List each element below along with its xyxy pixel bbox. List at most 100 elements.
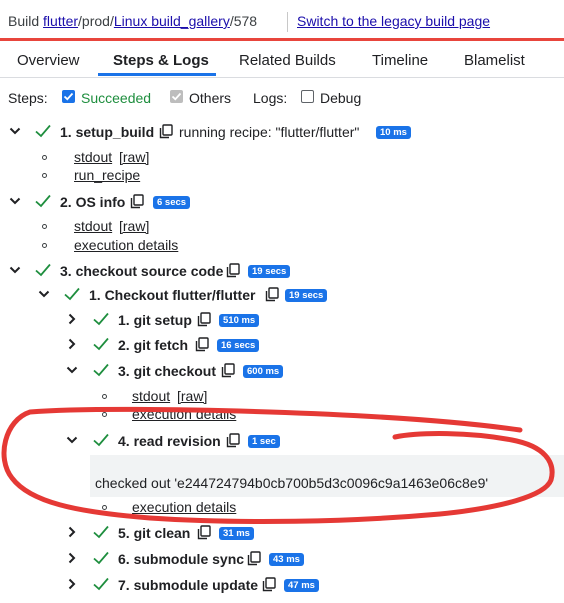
step-title[interactable]: 2. git fetch bbox=[118, 337, 188, 353]
raw-log-link[interactable]: [raw] bbox=[119, 149, 149, 165]
breadcrumb-builder-link[interactable]: Linux build_gallery bbox=[114, 13, 230, 29]
copy-icon[interactable] bbox=[247, 551, 261, 566]
duration-badge: 1 sec bbox=[248, 435, 280, 448]
step-git-fetch: 2. git fetch 16 secs bbox=[0, 335, 564, 355]
chevron-right-icon[interactable] bbox=[65, 551, 79, 565]
bullet-icon bbox=[42, 243, 47, 248]
step-title[interactable]: 2. OS info bbox=[60, 194, 125, 210]
breadcrumb-bucket: /prod/ bbox=[78, 13, 114, 29]
chevron-right-icon[interactable] bbox=[65, 312, 79, 326]
debug-label[interactable]: Debug bbox=[320, 90, 361, 106]
duration-badge: 31 ms bbox=[219, 527, 254, 540]
stdout-log-link[interactable]: stdout bbox=[132, 388, 170, 404]
step-git-setup: 1. git setup 510 ms bbox=[0, 310, 564, 330]
duration-badge: 43 ms bbox=[269, 553, 304, 566]
build-header: Build flutter/prod/Linux build_gallery/5… bbox=[0, 0, 564, 40]
tab-steps-logs[interactable]: Steps & Logs bbox=[113, 52, 209, 69]
success-check-icon bbox=[34, 123, 52, 139]
bullet-icon bbox=[42, 155, 47, 160]
duration-badge: 600 ms bbox=[243, 365, 284, 378]
duration-badge: 19 secs bbox=[248, 265, 291, 278]
chevron-down-icon[interactable] bbox=[37, 287, 51, 301]
copy-icon[interactable] bbox=[197, 525, 211, 540]
step-title[interactable]: 3. checkout source code bbox=[60, 263, 223, 279]
execution-details-link[interactable]: execution details bbox=[74, 237, 178, 253]
step-title[interactable]: 6. submodule sync bbox=[118, 551, 244, 567]
legacy-page-link[interactable]: Switch to the legacy build page bbox=[297, 13, 490, 29]
bullet-icon bbox=[42, 173, 47, 178]
others-checkbox[interactable] bbox=[170, 90, 183, 103]
step-setup-build: 1. setup_build running recipe: "flutter/… bbox=[0, 122, 564, 142]
success-check-icon bbox=[63, 286, 81, 302]
success-check-icon bbox=[92, 576, 110, 592]
run-recipe-log-link[interactable]: run_recipe bbox=[74, 167, 140, 183]
step-git-checkout: 3. git checkout 600 ms bbox=[0, 361, 564, 381]
success-check-icon bbox=[92, 550, 110, 566]
copy-icon[interactable] bbox=[226, 433, 240, 448]
step-title[interactable]: 5. git clean bbox=[118, 525, 190, 541]
step-summary: running recipe: "flutter/flutter" bbox=[179, 124, 360, 140]
step-title[interactable]: 1. git setup bbox=[118, 312, 192, 328]
chevron-down-icon[interactable] bbox=[8, 124, 22, 138]
chevron-right-icon[interactable] bbox=[65, 525, 79, 539]
copy-icon[interactable] bbox=[195, 337, 209, 352]
tab-related-builds[interactable]: Related Builds bbox=[239, 52, 336, 69]
copy-icon[interactable] bbox=[221, 363, 235, 378]
revision-summary: checked out 'e244724794b0cb700b5d3c0096c… bbox=[95, 475, 489, 491]
breadcrumb-build-number: 578 bbox=[233, 13, 258, 29]
step-title[interactable]: 1. setup_build bbox=[60, 124, 154, 140]
chevron-down-icon[interactable] bbox=[65, 363, 79, 377]
stdout-log-link[interactable]: stdout bbox=[74, 149, 112, 165]
breadcrumb-project-link[interactable]: flutter bbox=[43, 13, 78, 29]
duration-badge: 10 ms bbox=[376, 126, 411, 139]
chevron-down-icon[interactable] bbox=[8, 263, 22, 277]
step-read-revision: 4. read revision 1 sec bbox=[0, 431, 564, 451]
bullet-icon bbox=[102, 412, 107, 417]
succeeded-checkbox[interactable] bbox=[62, 90, 75, 103]
tab-timeline[interactable]: Timeline bbox=[372, 52, 428, 69]
step-submodule-sync: 6. submodule sync 43 ms bbox=[0, 549, 564, 569]
chevron-down-icon[interactable] bbox=[8, 194, 22, 208]
step-submodule-update: 7. submodule update 47 ms bbox=[0, 575, 564, 595]
step-title[interactable]: 1. Checkout flutter/flutter bbox=[89, 287, 255, 303]
chevron-down-icon[interactable] bbox=[65, 433, 79, 447]
copy-icon[interactable] bbox=[226, 263, 240, 278]
raw-log-link[interactable]: [raw] bbox=[177, 388, 207, 404]
step-title[interactable]: 3. git checkout bbox=[118, 363, 216, 379]
others-label[interactable]: Others bbox=[189, 90, 231, 106]
success-check-icon bbox=[34, 193, 52, 209]
copy-icon[interactable] bbox=[265, 287, 279, 302]
success-check-icon bbox=[34, 262, 52, 278]
raw-log-link[interactable]: [raw] bbox=[119, 218, 149, 234]
copy-icon[interactable] bbox=[262, 577, 276, 592]
chevron-right-icon[interactable] bbox=[65, 337, 79, 351]
tab-bar: Overview Steps & Logs Related Builds Tim… bbox=[0, 43, 564, 78]
step-os-info: 2. OS info 6 secs bbox=[0, 192, 564, 212]
bullet-icon bbox=[42, 224, 47, 229]
bullet-icon bbox=[102, 394, 107, 399]
duration-badge: 510 ms bbox=[219, 314, 260, 327]
succeeded-label[interactable]: Succeeded bbox=[81, 90, 151, 106]
debug-checkbox[interactable] bbox=[301, 90, 314, 103]
tab-overview[interactable]: Overview bbox=[17, 52, 80, 69]
active-tab-indicator bbox=[98, 73, 216, 76]
step-title[interactable]: 7. submodule update bbox=[118, 577, 258, 593]
tab-blamelist[interactable]: Blamelist bbox=[464, 52, 525, 69]
breadcrumb: Build flutter/prod/Linux build_gallery/5… bbox=[8, 13, 257, 29]
execution-details-link[interactable]: execution details bbox=[132, 499, 236, 515]
duration-badge: 47 ms bbox=[284, 579, 319, 592]
logs-filter-label: Logs: bbox=[253, 90, 288, 106]
execution-details-link[interactable]: execution details bbox=[132, 406, 236, 422]
copy-icon[interactable] bbox=[130, 194, 144, 209]
duration-badge: 16 secs bbox=[217, 339, 260, 352]
breadcrumb-prefix: Build bbox=[8, 13, 40, 29]
success-check-icon bbox=[92, 432, 110, 448]
copy-icon[interactable] bbox=[159, 124, 173, 139]
success-check-icon bbox=[92, 362, 110, 378]
stdout-log-link[interactable]: stdout bbox=[74, 218, 112, 234]
duration-badge: 6 secs bbox=[153, 196, 191, 209]
step-title[interactable]: 4. read revision bbox=[118, 433, 221, 449]
copy-icon[interactable] bbox=[197, 312, 211, 327]
chevron-right-icon[interactable] bbox=[65, 577, 79, 591]
build-status-bar bbox=[0, 38, 564, 41]
